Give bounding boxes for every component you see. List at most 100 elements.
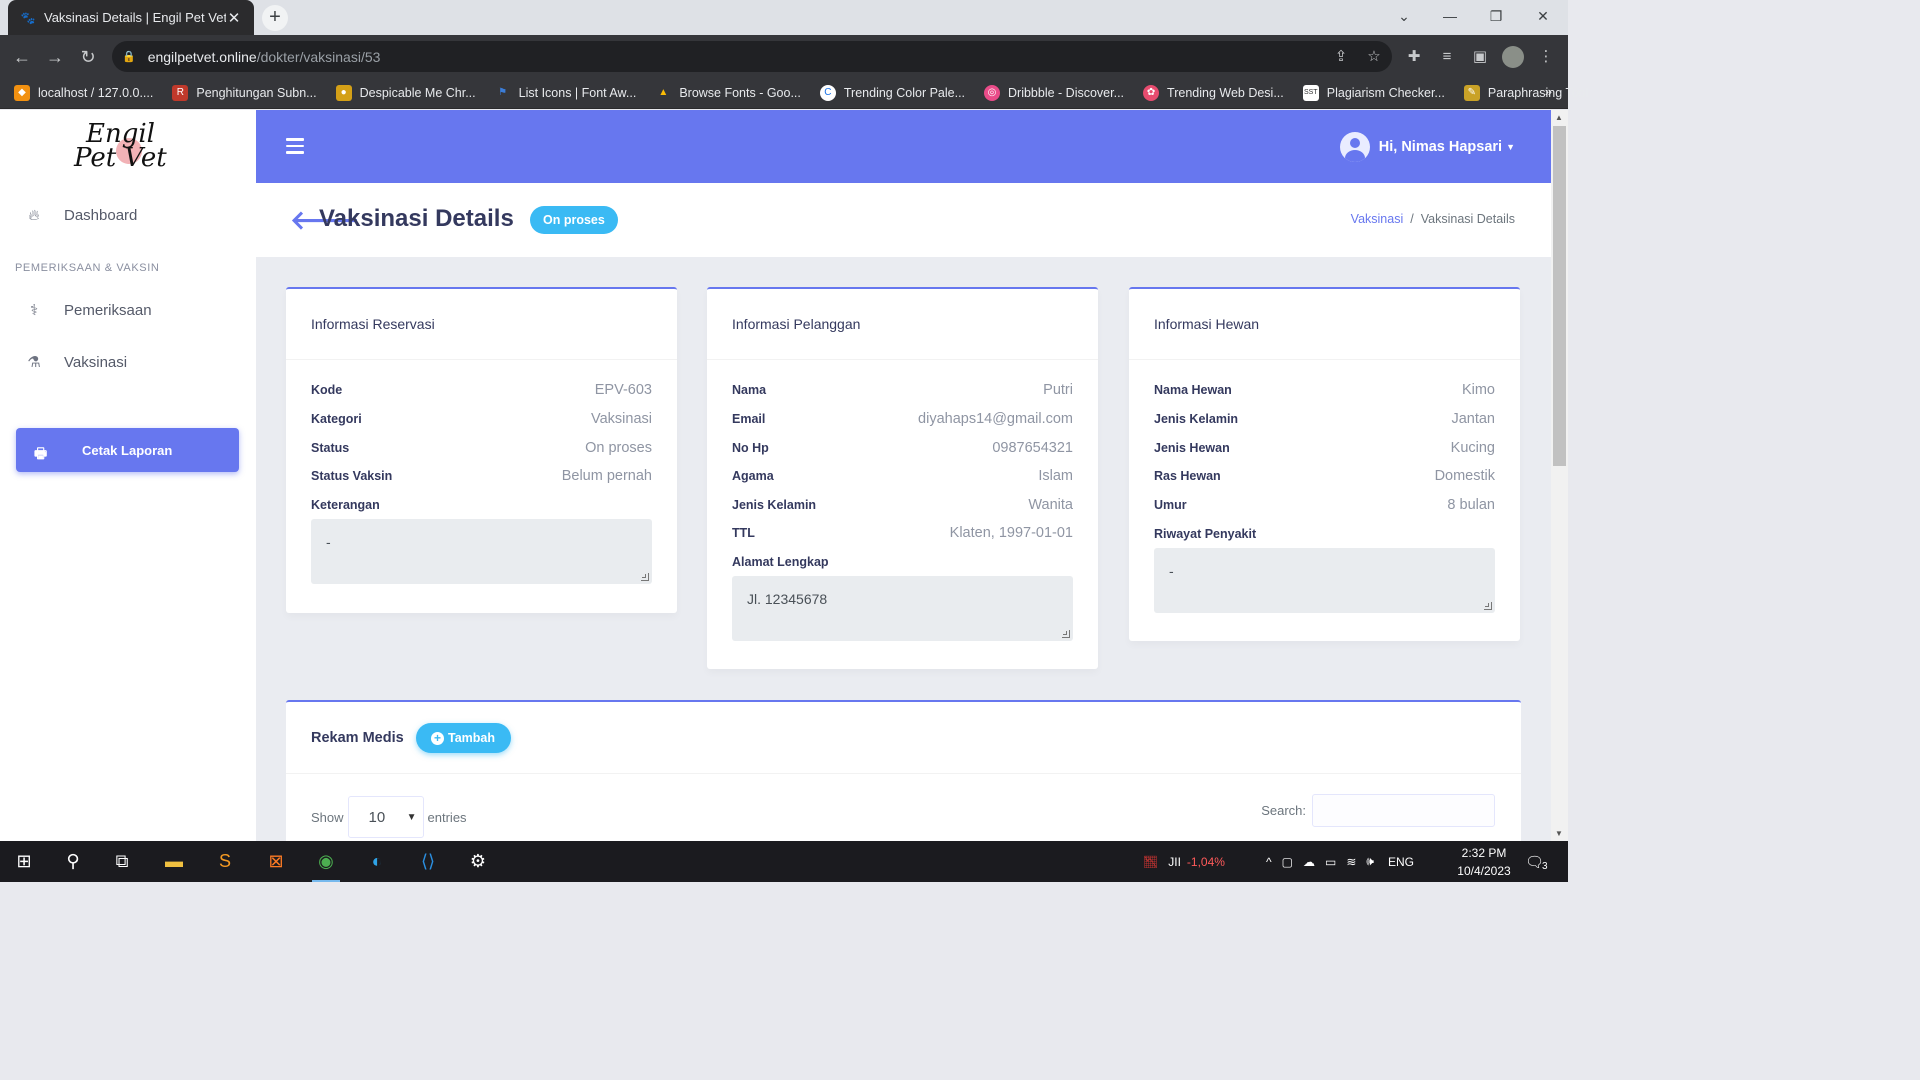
- more-bookmarks-icon[interactable]: »: [1545, 84, 1552, 99]
- reload-icon[interactable]: ↻: [75, 44, 101, 70]
- sidebar-item-label: Pemeriksaan: [64, 301, 152, 319]
- back-icon[interactable]: ←: [9, 44, 35, 70]
- info-value: Kimo: [1461, 382, 1495, 398]
- sidebar-item-label: Vaksinasi: [64, 353, 128, 371]
- sidebar-item-dashboard[interactable]: 🔥︎ Dashboard: [0, 195, 256, 235]
- lock-icon: 🔒: [122, 51, 136, 63]
- sublime-text-icon[interactable]: S: [201, 841, 249, 882]
- info-row: Status On proses: [311, 438, 652, 458]
- card-rekam-medis: Rekam Medis + Tambah Show 10 ▼ entries Se…: [286, 700, 1521, 841]
- vscode-icon[interactable]: ⟨⟩: [404, 841, 452, 882]
- clock[interactable]: 2:32 PM 10/4/2023: [1448, 844, 1520, 880]
- keterangan-textarea[interactable]: -: [311, 519, 652, 584]
- printer-icon: 🖶: [34, 445, 48, 461]
- entries-length-control: Show 10 ▼ entries: [311, 796, 467, 838]
- forward-icon[interactable]: →: [42, 44, 68, 70]
- info-row: Nama Putri: [732, 380, 1073, 400]
- bookmark-item[interactable]: ▲ Browse Fonts - Goo...: [655, 85, 801, 101]
- scroll-up-icon[interactable]: ▲: [1555, 113, 1563, 122]
- bookmark-item[interactable]: ✎ Paraphrasing Tool: [1463, 84, 1588, 101]
- info-label: Agama: [732, 469, 774, 483]
- search-input[interactable]: [1312, 794, 1495, 827]
- info-row: Jenis Hewan Kucing: [1154, 438, 1495, 458]
- task-view-icon[interactable]: ⧉: [98, 841, 146, 882]
- hamburger-menu-icon[interactable]: [286, 138, 304, 154]
- user-greeting: Hi, Nimas Hapsari: [1378, 139, 1503, 155]
- alamat-textarea[interactable]: Jl. 12345678: [732, 576, 1073, 641]
- bookmark-favicon-icon: ⚑: [498, 86, 508, 98]
- resize-handle-icon[interactable]: [1484, 602, 1492, 610]
- info-value: 8 bulan: [1447, 497, 1495, 513]
- bookmark-item[interactable]: ⚑ List Icons | Font Aw...: [495, 85, 636, 101]
- reading-list-icon[interactable]: ≡: [1434, 44, 1460, 70]
- bookmark-item[interactable]: R Penghitungan Subn...: [172, 84, 317, 101]
- extensions-icon[interactable]: ✚: [1401, 44, 1427, 70]
- new-tab-button[interactable]: +: [262, 5, 288, 31]
- breadcrumb-current: Vaksinasi Details: [1420, 212, 1515, 226]
- info-value: Putri: [1043, 382, 1073, 398]
- breadcrumb: Vaksinasi / Vaksinasi Details: [1351, 212, 1515, 226]
- resize-handle-icon[interactable]: [1062, 630, 1070, 638]
- cloud-icon[interactable]: ☁: [1303, 855, 1315, 869]
- address-bar[interactable]: 🔒 engilpetvet.online/dokter/vaksinasi/53: [112, 41, 1392, 72]
- wifi-icon[interactable]: ≋: [1346, 855, 1356, 869]
- bookmark-item[interactable]: C Trending Color Pale...: [819, 84, 965, 101]
- search-icon[interactable]: ⚲: [49, 841, 97, 882]
- browser-tab-strip: 🐾 Vaksinasi Details | Engil Pet Vet ✕ + …: [0, 0, 1568, 35]
- info-row: Kategori Vaksinasi: [311, 409, 652, 429]
- breadcrumb-link-vaksinasi[interactable]: Vaksinasi: [1351, 212, 1404, 226]
- notification-center[interactable]: 🗨︎ 3: [1525, 841, 1548, 882]
- engil-pet-vet-logo[interactable]: Engil Pet Vet: [72, 118, 202, 178]
- bookmark-item[interactable]: ● Despicable Me Chr...: [335, 84, 476, 101]
- close-window-button[interactable]: ✕: [1520, 0, 1566, 35]
- fire-icon: 🔥︎: [28, 206, 40, 224]
- tab-search-icon[interactable]: ⌄: [1381, 0, 1427, 35]
- chevron-up-icon[interactable]: ^: [1266, 855, 1272, 869]
- chrome-icon[interactable]: ◉: [302, 841, 350, 882]
- browser-menu-icon[interactable]: ⋮: [1533, 44, 1559, 70]
- stock-widget[interactable]: 📉︎ JII -1,04%: [1143, 841, 1225, 882]
- browser-tab[interactable]: 🐾 Vaksinasi Details | Engil Pet Vet ✕: [8, 0, 254, 35]
- settings-gear-icon[interactable]: ⚙: [454, 841, 502, 882]
- user-dropdown[interactable]: Hi, Nimas Hapsari ▼: [1339, 132, 1515, 162]
- maximize-window-button[interactable]: ❐: [1473, 0, 1519, 35]
- file-explorer-icon[interactable]: ▬: [150, 841, 198, 882]
- resize-handle-icon[interactable]: [641, 573, 649, 581]
- edge-icon[interactable]: ◐: [353, 841, 401, 882]
- top-navbar: Hi, Nimas Hapsari ▼: [256, 110, 1551, 183]
- bookmark-label: Plagiarism Checker...: [1326, 85, 1445, 100]
- minimize-window-button[interactable]: —: [1427, 0, 1473, 35]
- bookmark-item[interactable]: ◎ Dribbble - Discover...: [984, 84, 1124, 101]
- divider: [1129, 359, 1520, 360]
- sidebar-item-pemeriksaan[interactable]: ⚕ Pemeriksaan: [0, 290, 256, 330]
- bookmark-label: Penghitungan Subn...: [196, 85, 317, 100]
- clock-date: 10/4/2023: [1457, 864, 1511, 878]
- scrollbar-thumb[interactable]: [1553, 126, 1566, 466]
- info-label: Jenis Hewan: [1154, 441, 1230, 455]
- riwayat-textarea[interactable]: -: [1154, 548, 1495, 613]
- sidebar-item-vaksinasi[interactable]: ⚗ Vaksinasi: [0, 342, 256, 382]
- card-informasi-pelanggan: Informasi Pelanggan Nama Putri Email diyah…: [707, 287, 1098, 669]
- add-rekam-medis-button[interactable]: + Tambah: [416, 723, 511, 753]
- bookmark-favicon-icon: SST: [1302, 84, 1319, 101]
- bookmark-item[interactable]: ◆ localhost / 127.0.0....: [14, 84, 153, 101]
- bookmark-item[interactable]: SST Plagiarism Checker...: [1302, 84, 1445, 101]
- profile-avatar[interactable]: [1502, 46, 1524, 68]
- scroll-down-icon[interactable]: ▼: [1555, 829, 1563, 838]
- side-panel-icon[interactable]: ▣: [1467, 44, 1493, 70]
- info-row: Ras Hewan Domestik: [1154, 466, 1495, 486]
- battery-icon[interactable]: ▭: [1325, 855, 1336, 869]
- print-report-button[interactable]: 🖶 Cetak Laporan: [16, 428, 239, 472]
- windows-start-icon[interactable]: ⊞: [0, 841, 48, 882]
- share-icon[interactable]: ⇪: [1328, 44, 1354, 70]
- bookmark-star-icon[interactable]: ☆: [1361, 44, 1387, 70]
- bookmark-item[interactable]: ✿ Trending Web Desi...: [1143, 84, 1284, 101]
- entries-select[interactable]: 10 ▼: [347, 796, 424, 838]
- page-scrollbar[interactable]: ▲ ▼: [1551, 110, 1568, 841]
- page-title: Vaksinasi Details: [319, 205, 514, 232]
- language-indicator[interactable]: ENG: [1388, 855, 1414, 869]
- close-tab-icon[interactable]: ✕: [226, 9, 242, 27]
- xampp-icon[interactable]: ⊠: [252, 841, 300, 882]
- device-icon[interactable]: ▢: [1282, 855, 1293, 869]
- volume-icon[interactable]: 🕪︎: [1366, 854, 1374, 869]
